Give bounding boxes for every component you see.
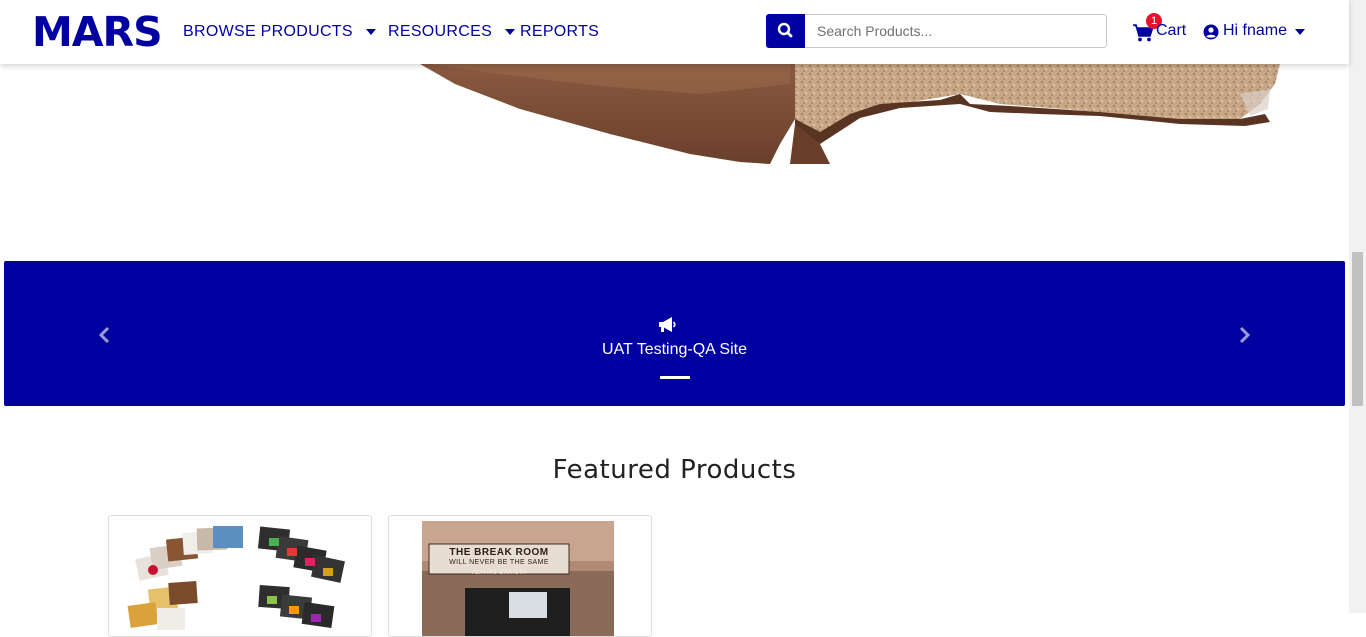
search-icon: [777, 22, 793, 38]
page-scrollbar[interactable]: [1349, 0, 1366, 613]
chevron-down-icon: [1295, 29, 1305, 35]
product-image: [422, 521, 614, 636]
featured-products-heading: Featured Products: [552, 455, 797, 485]
search-input[interactable]: [805, 14, 1107, 48]
megaphone-icon: [659, 317, 676, 332]
product-card[interactable]: THE BREAK ROOM WILL NEVER BE THE SAME FL…: [388, 515, 652, 637]
poster-brand: FLAVIA® BARISTA: [471, 570, 527, 576]
cart-label: Cart: [1156, 22, 1187, 39]
nav-browse-products[interactable]: BROWSE PRODUCTS: [183, 20, 376, 44]
nav-resources[interactable]: RESOURCES: [388, 20, 516, 44]
user-circle-icon: [1203, 24, 1219, 40]
chocolate-bar-image: [420, 64, 1280, 164]
announcement-text: UAT Testing-QA Site: [602, 341, 747, 358]
product-image: [127, 526, 345, 630]
hero-image: [0, 64, 1349, 254]
carousel-indicator[interactable]: [660, 376, 690, 379]
nav-resources-label: RESOURCES: [388, 23, 493, 40]
mars-logo[interactable]: MARS: [32, 12, 163, 53]
nav-browse-products-label: BROWSE PRODUCTS: [183, 23, 353, 40]
chevron-down-icon: [505, 28, 516, 35]
poster-headline: THE BREAK ROOM: [449, 547, 549, 558]
product-card[interactable]: [108, 515, 372, 637]
search-bar: [766, 14, 1107, 48]
announcement-carousel: UAT Testing-QA Site: [4, 261, 1345, 406]
site-header: MARS BROWSE PRODUCTS RESOURCES REPORTS 1…: [0, 0, 1349, 64]
search-button[interactable]: [766, 14, 805, 48]
scrollbar-thumb[interactable]: [1352, 252, 1363, 406]
chevron-down-icon: [365, 28, 376, 35]
poster-subline: WILL NEVER BE THE SAME: [449, 559, 549, 566]
nav-reports-label: REPORTS: [520, 23, 600, 40]
user-greeting: Hi fname: [1223, 22, 1288, 39]
chevron-right-icon[interactable]: [1234, 325, 1254, 345]
nav-reports[interactable]: REPORTS: [520, 20, 599, 44]
